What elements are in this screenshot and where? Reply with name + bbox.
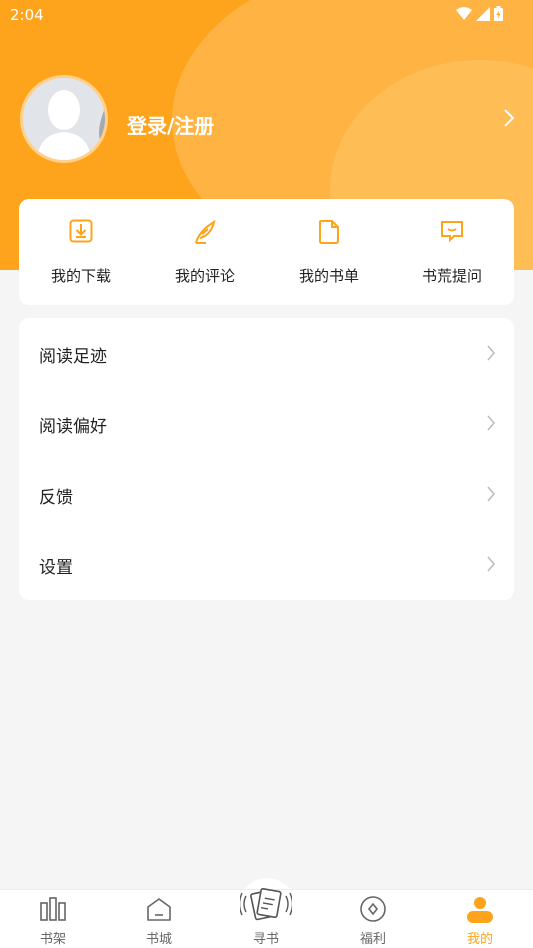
menu-item-reading-history[interactable]: 阅读足迹: [19, 318, 514, 388]
menu-item-label: 反馈: [39, 488, 73, 508]
quick-action-booklists[interactable]: 我的书单: [267, 199, 391, 305]
quick-action-label: 书荒提问: [421, 267, 482, 285]
quick-action-label: 我的评论: [174, 267, 235, 285]
status-time: 2:04: [10, 6, 44, 24]
quick-action-label: 我的书单: [298, 267, 359, 285]
signal-icon: [476, 6, 490, 21]
tab-profile[interactable]: 我的: [427, 890, 533, 948]
quick-action-book-requests[interactable]: 书荒提问: [390, 199, 514, 305]
menu-item-feedback[interactable]: 反馈: [19, 459, 514, 529]
tab-label: 我的: [466, 932, 493, 947]
menu-item-label: 阅读足迹: [39, 347, 107, 367]
tab-find-books[interactable]: 寻书: [213, 887, 319, 948]
download-icon: [69, 219, 93, 243]
chevron-right-icon: [487, 415, 495, 431]
quick-action-comments[interactable]: 我的评论: [143, 199, 267, 305]
chevron-right-icon: [487, 486, 495, 502]
tab-label: 书城: [145, 932, 172, 947]
tab-rewards[interactable]: 福利: [320, 890, 426, 948]
settings-menu-card: 阅读足迹 阅读偏好 反馈 设置: [19, 318, 514, 600]
tab-label: 福利: [359, 932, 386, 947]
menu-item-settings[interactable]: 设置: [19, 529, 514, 599]
profile-icon: [467, 897, 493, 923]
chat-icon: [441, 221, 463, 243]
tab-label: 寻书: [252, 932, 279, 947]
quick-actions-card: 我的下载 我的评论 我的书单 书荒提问: [19, 199, 514, 305]
home-icon: [147, 898, 171, 921]
avatar[interactable]: [20, 75, 108, 163]
menu-item-reading-preferences[interactable]: 阅读偏好: [19, 388, 514, 458]
status-icons: [456, 6, 503, 21]
status-bar: 2:04: [0, 0, 533, 30]
coin-icon: [360, 896, 386, 922]
chevron-right-icon: [487, 556, 495, 572]
menu-item-label: 设置: [39, 558, 73, 578]
book-shake-icon: [240, 887, 292, 921]
chevron-right-icon: [487, 345, 495, 361]
tab-label: 书架: [39, 932, 66, 947]
tab-bookshelf[interactable]: 书架: [0, 890, 106, 948]
bookshelf-icon: [40, 897, 66, 921]
quick-action-downloads[interactable]: 我的下载: [19, 199, 143, 305]
menu-item-label: 阅读偏好: [39, 417, 107, 437]
bottom-tab-bar: 书架 书城 寻书 福利 我的: [0, 887, 533, 948]
login-register-link[interactable]: 登录/注册: [127, 110, 214, 139]
battery-icon: [494, 6, 503, 21]
wifi-icon: [456, 6, 472, 20]
document-icon: [319, 220, 339, 244]
default-avatar-icon: [23, 78, 105, 160]
quick-action-label: 我的下载: [50, 267, 111, 285]
tab-bookstore[interactable]: 书城: [106, 890, 212, 948]
chevron-right-icon[interactable]: [503, 108, 515, 128]
quill-icon: [195, 219, 216, 244]
